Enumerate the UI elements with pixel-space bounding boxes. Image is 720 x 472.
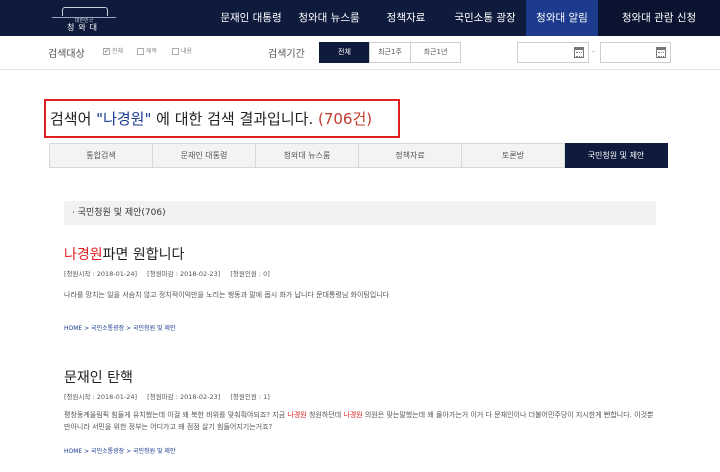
category-tabs: 통합검색 문재인 대통령 청와대 뉴스룸 정책자료 토론방 국민청원 및 제안 [49, 143, 668, 168]
tab-debate[interactable]: 토론방 [462, 143, 565, 168]
checkbox-title-label: 제목 [146, 48, 158, 55]
result-title-text: 문재인 탄핵 [64, 370, 133, 386]
date-separator: - [592, 47, 595, 56]
nav-item-notice[interactable]: 청와대 알림 [526, 0, 598, 36]
petition-end: [청원마감 : 2018-02-23] [147, 393, 221, 401]
headline-suffix: 에 대한 검색 결과입니다. [151, 110, 318, 128]
blue-house-emblem-icon [52, 4, 116, 18]
search-result-headline: 검색어 "나경원" 에 대한 검색 결과입니다. (706건) [50, 108, 372, 129]
petition-start: [청원시작 : 2018-01-24] [64, 393, 138, 401]
result-title-text: 파면 원합니다 [102, 247, 185, 263]
result-title[interactable]: 문재인 탄핵 [64, 367, 133, 387]
result-meta: [청원시작 : 2018-01-24] [청원마감 : 2018-02-23] … [64, 391, 278, 401]
result-count: (706건) [317, 110, 373, 128]
search-target-label: 검색대상 [48, 49, 85, 60]
checkbox-all[interactable]: ✓ [103, 48, 110, 55]
cheongwadae-logo[interactable]: 대한민국 청와대 [52, 4, 116, 32]
top-navigation: 대한민국 청와대 문재인 대통령 청와대 뉴스룸 정책자료 국민소통 광장 청와… [0, 0, 720, 36]
search-filter-bar: 검색대상 ✓ 전체 제목 내용 검색기간 전체 최근1주 최근1년 - [0, 36, 720, 70]
result-snippet: 나라를 망치는 일을 서슴치 않고 정치적이익만을 노리는 행동과 말에 몹시 … [64, 291, 390, 299]
search-keyword: "나경원" [96, 110, 152, 128]
date-from-input[interactable] [517, 42, 589, 63]
result-meta: [청원시작 : 2018-01-24] [청원마감 : 2018-02-23] … [64, 268, 278, 278]
nav-item-policy[interactable]: 정책자료 [368, 0, 444, 36]
result-title[interactable]: 나경원파면 원합니다 [64, 244, 184, 264]
tab-petition[interactable]: 국민청원 및 제안 [565, 143, 668, 168]
result-breadcrumb[interactable]: HOME > 국민소통광장 > 국민청원 및 제안 [64, 323, 175, 332]
nav-item-tour-request[interactable]: 청와대 관람 신청 [598, 0, 720, 36]
calendar-icon[interactable] [574, 47, 584, 58]
search-period-label: 검색기간 [268, 49, 305, 60]
period-all-button[interactable]: 전체 [319, 42, 370, 63]
checkbox-content-label: 내용 [181, 48, 193, 55]
section-title: · 국민청원 및 제안(706) [64, 201, 656, 225]
tab-all[interactable]: 통합검색 [49, 143, 153, 168]
snippet-text: 평창동계올림픽 힘들게 유치했는데 이걸 왜 북한 비위를 맞춰줘야되죠? 지금 [64, 411, 288, 419]
snippet-highlight: 나경원 [343, 411, 363, 419]
petition-count: [청원인원 : 0] [230, 270, 270, 278]
result-breadcrumb[interactable]: HOME > 국민소통광장 > 국민청원 및 제안 [64, 446, 175, 455]
period-week-button[interactable]: 최근1주 [369, 42, 411, 63]
period-year-button[interactable]: 최근1년 [410, 42, 461, 63]
snippet-text: 청원하던데 [306, 411, 344, 419]
checkbox-title[interactable] [137, 48, 144, 55]
calendar-icon[interactable] [656, 47, 666, 58]
checkbox-content[interactable] [172, 48, 179, 55]
tab-policy[interactable]: 정책자료 [359, 143, 462, 168]
checkbox-all-label: 전체 [112, 48, 124, 55]
nav-item-communication[interactable]: 국민소통 광장 [444, 0, 526, 36]
date-to-input[interactable] [600, 42, 671, 63]
result-title-highlight: 나경원 [64, 247, 103, 263]
tab-president[interactable]: 문재인 대통령 [153, 143, 256, 168]
result-snippet: 평창동계올림픽 힘들게 유치했는데 이걸 왜 북한 비위를 맞춰줘야되죠? 지금… [64, 409, 656, 433]
nav-item-president[interactable]: 문재인 대통령 [212, 0, 290, 36]
snippet-highlight: 나경원 [287, 411, 307, 419]
petition-end: [청원마감 : 2018-02-23] [147, 270, 221, 278]
nav-item-newsroom[interactable]: 청와대 뉴스룸 [290, 0, 368, 36]
tab-newsroom[interactable]: 청와대 뉴스룸 [256, 143, 359, 168]
headline-prefix: 검색어 [50, 110, 97, 128]
petition-count: [청원인원 : 1] [230, 393, 270, 401]
logo-name: 청와대 [66, 23, 102, 32]
petition-start: [청원시작 : 2018-01-24] [64, 270, 138, 278]
